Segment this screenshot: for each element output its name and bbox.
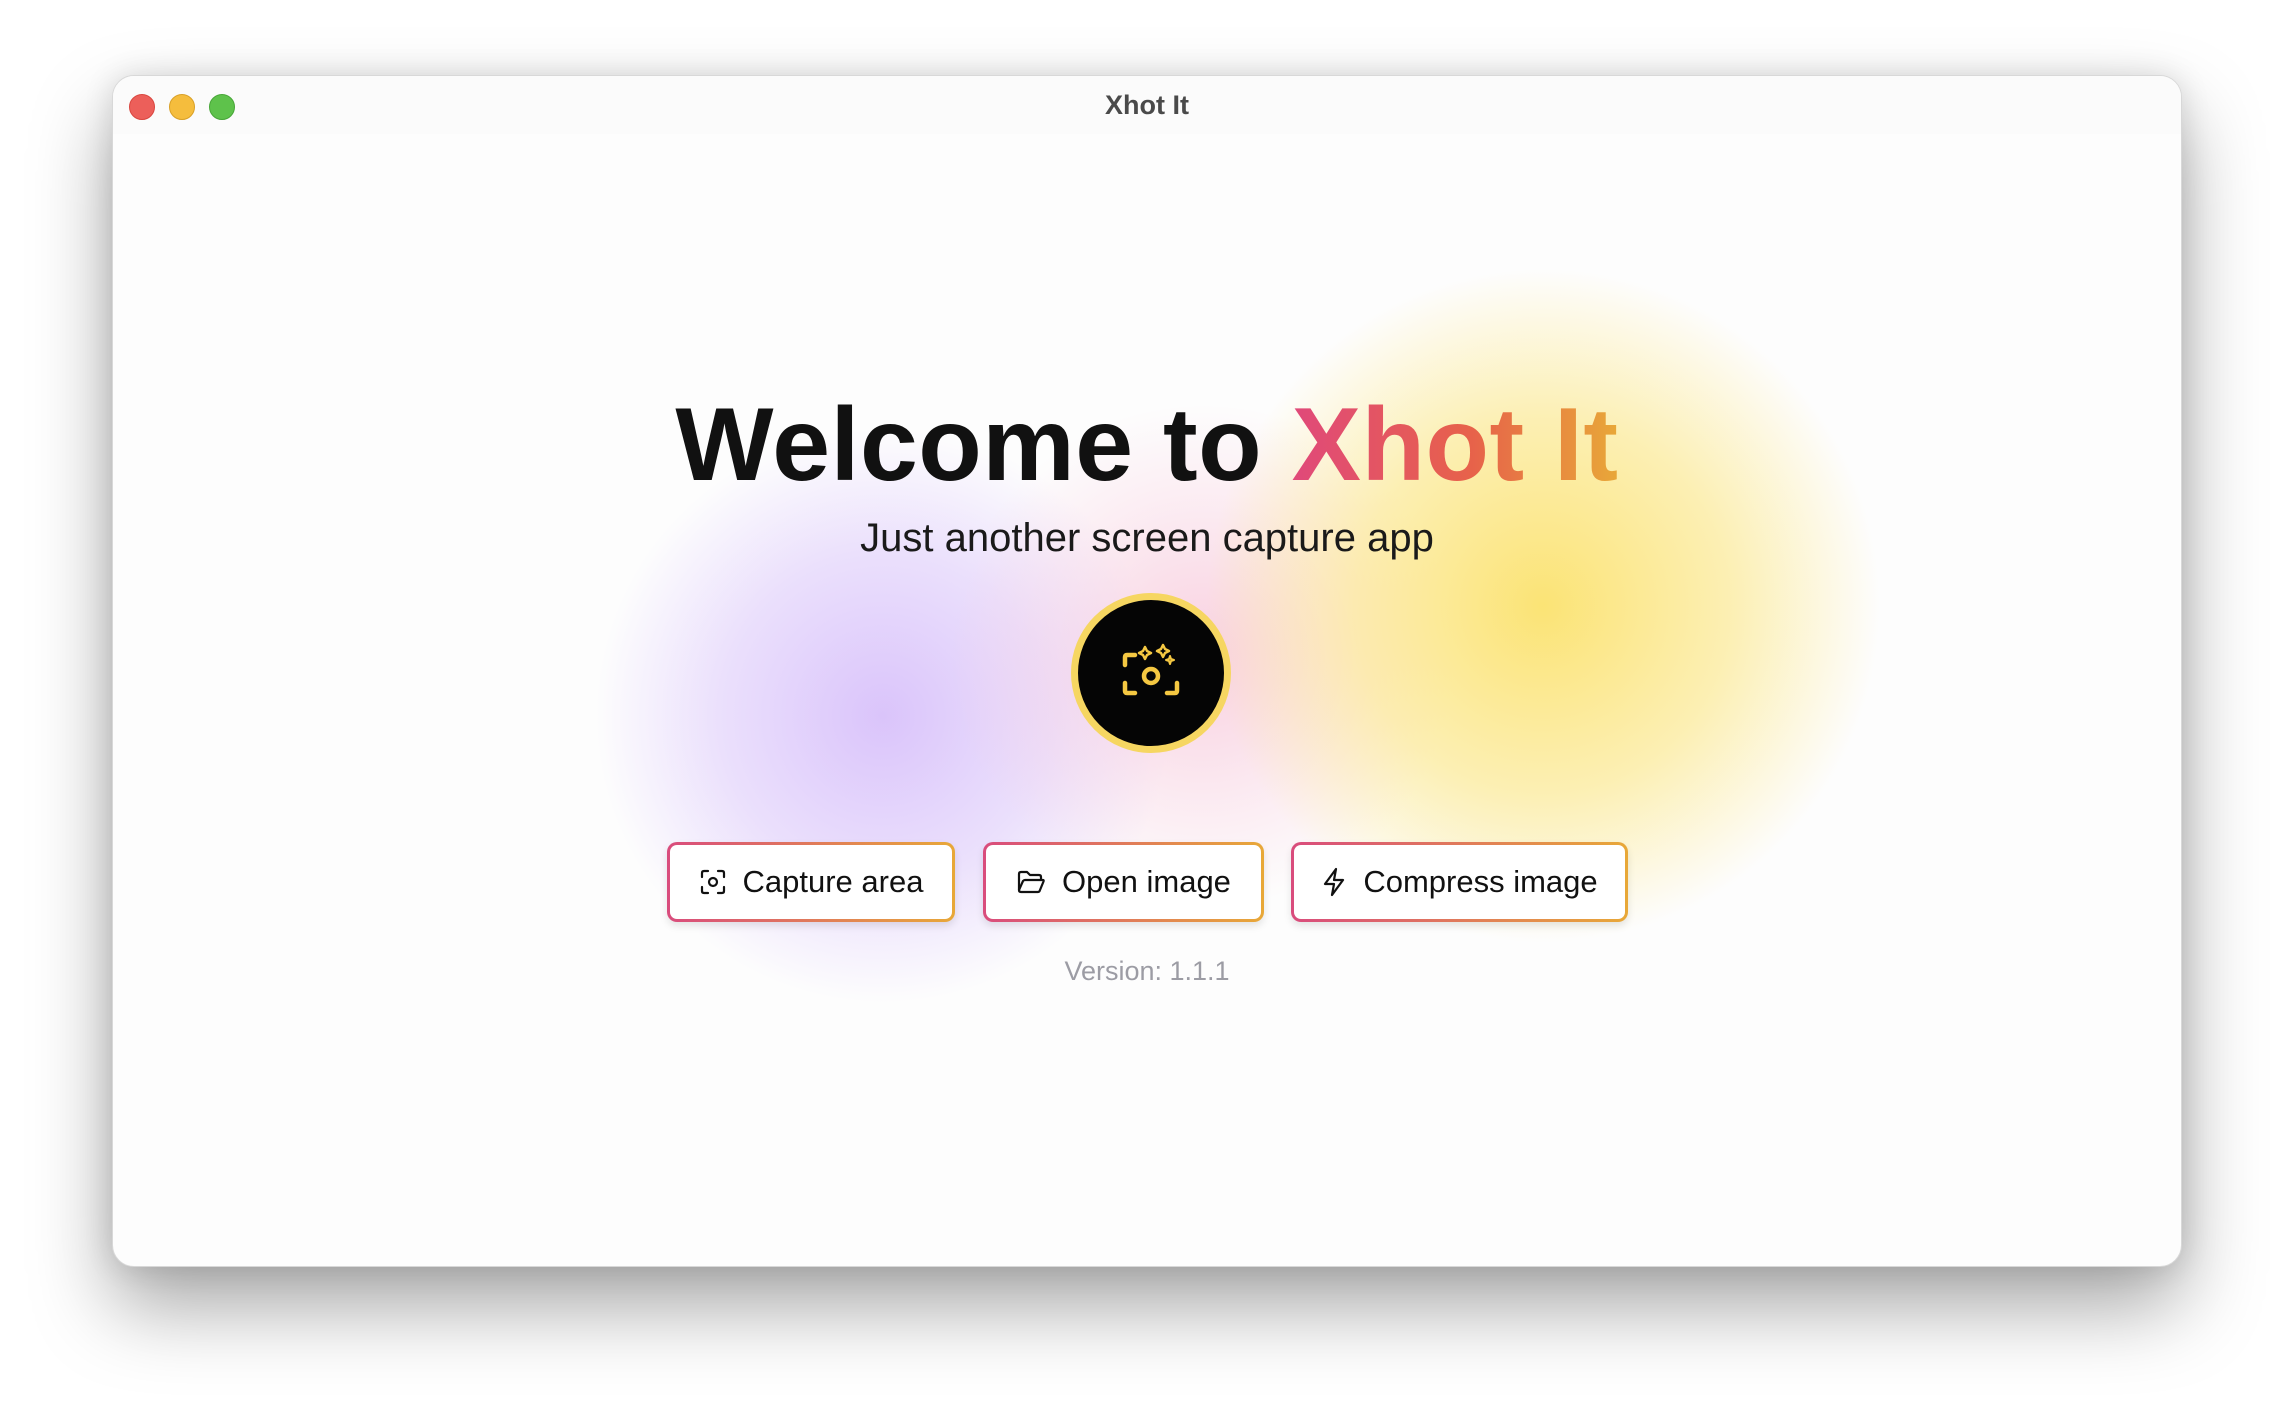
sparkle-camera-icon xyxy=(1122,643,1180,696)
open-image-label: Open image xyxy=(1062,864,1231,899)
lightning-icon xyxy=(1321,867,1347,897)
version-label: Version: 1.1.1 xyxy=(1064,956,1230,986)
title-bar: Xhot It xyxy=(113,76,2181,134)
capture-area-icon xyxy=(699,868,727,896)
welcome-heading: Welcome to Xhot It xyxy=(113,386,2181,505)
app-window: Xhot It Welcome to Xhot It Just another … xyxy=(112,75,2182,1267)
tagline: Just another screen capture app xyxy=(860,516,1434,560)
window-title: Xhot It xyxy=(1105,90,1189,120)
app-brand-name: Xhot It xyxy=(1291,387,1619,503)
compress-image-button[interactable]: Compress image xyxy=(1291,842,1628,922)
capture-area-button[interactable]: Capture area xyxy=(667,842,955,922)
compress-image-label: Compress image xyxy=(1363,864,1598,899)
welcome-heading-prefix: Welcome to xyxy=(675,387,1263,503)
app-logo xyxy=(1071,593,1231,753)
capture-area-label: Capture area xyxy=(742,864,924,899)
folder-open-icon xyxy=(1016,869,1046,895)
open-image-button[interactable]: Open image xyxy=(983,842,1264,922)
